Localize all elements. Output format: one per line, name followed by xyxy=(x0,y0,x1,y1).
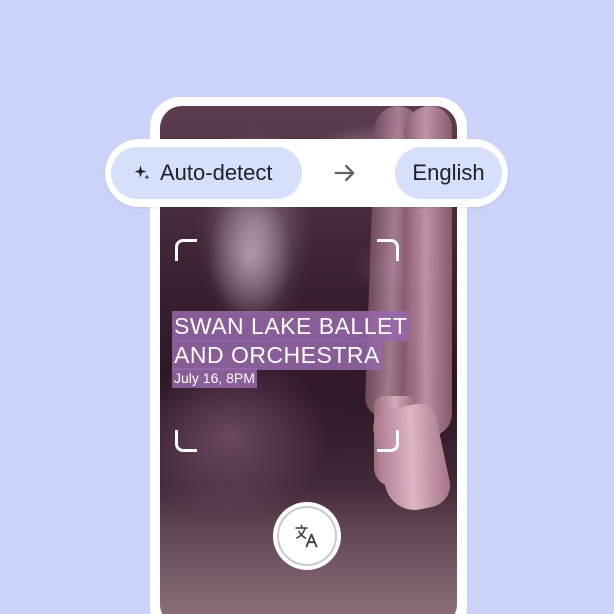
scan-frame-corner-top-right xyxy=(377,239,399,261)
translate-button[interactable] xyxy=(273,502,341,570)
recognized-text-line-3[interactable]: July 16, 8PM xyxy=(172,368,257,388)
source-language-button[interactable]: Auto-detect xyxy=(111,147,302,199)
recognized-text-line-1[interactable]: SWAN LAKE BALLET xyxy=(172,311,410,341)
arrow-right-icon[interactable] xyxy=(331,159,359,187)
target-language-button[interactable]: English xyxy=(395,147,502,199)
scan-frame-corner-bottom-left xyxy=(175,430,197,452)
target-language-label: English xyxy=(412,160,485,185)
scan-frame-corner-bottom-right xyxy=(377,430,399,452)
translate-button-ring xyxy=(277,506,337,566)
language-selector-bar: Auto-detect English xyxy=(105,139,508,207)
sparkle-icon xyxy=(134,165,150,180)
recognized-text-line-2[interactable]: AND ORCHESTRA xyxy=(172,340,382,370)
scan-frame-corner-top-left xyxy=(175,239,197,261)
translate-icon xyxy=(295,524,318,548)
stage: SWAN LAKE BALLET AND ORCHESTRA July 16, … xyxy=(0,0,614,614)
source-language-label: Auto-detect xyxy=(160,160,273,185)
